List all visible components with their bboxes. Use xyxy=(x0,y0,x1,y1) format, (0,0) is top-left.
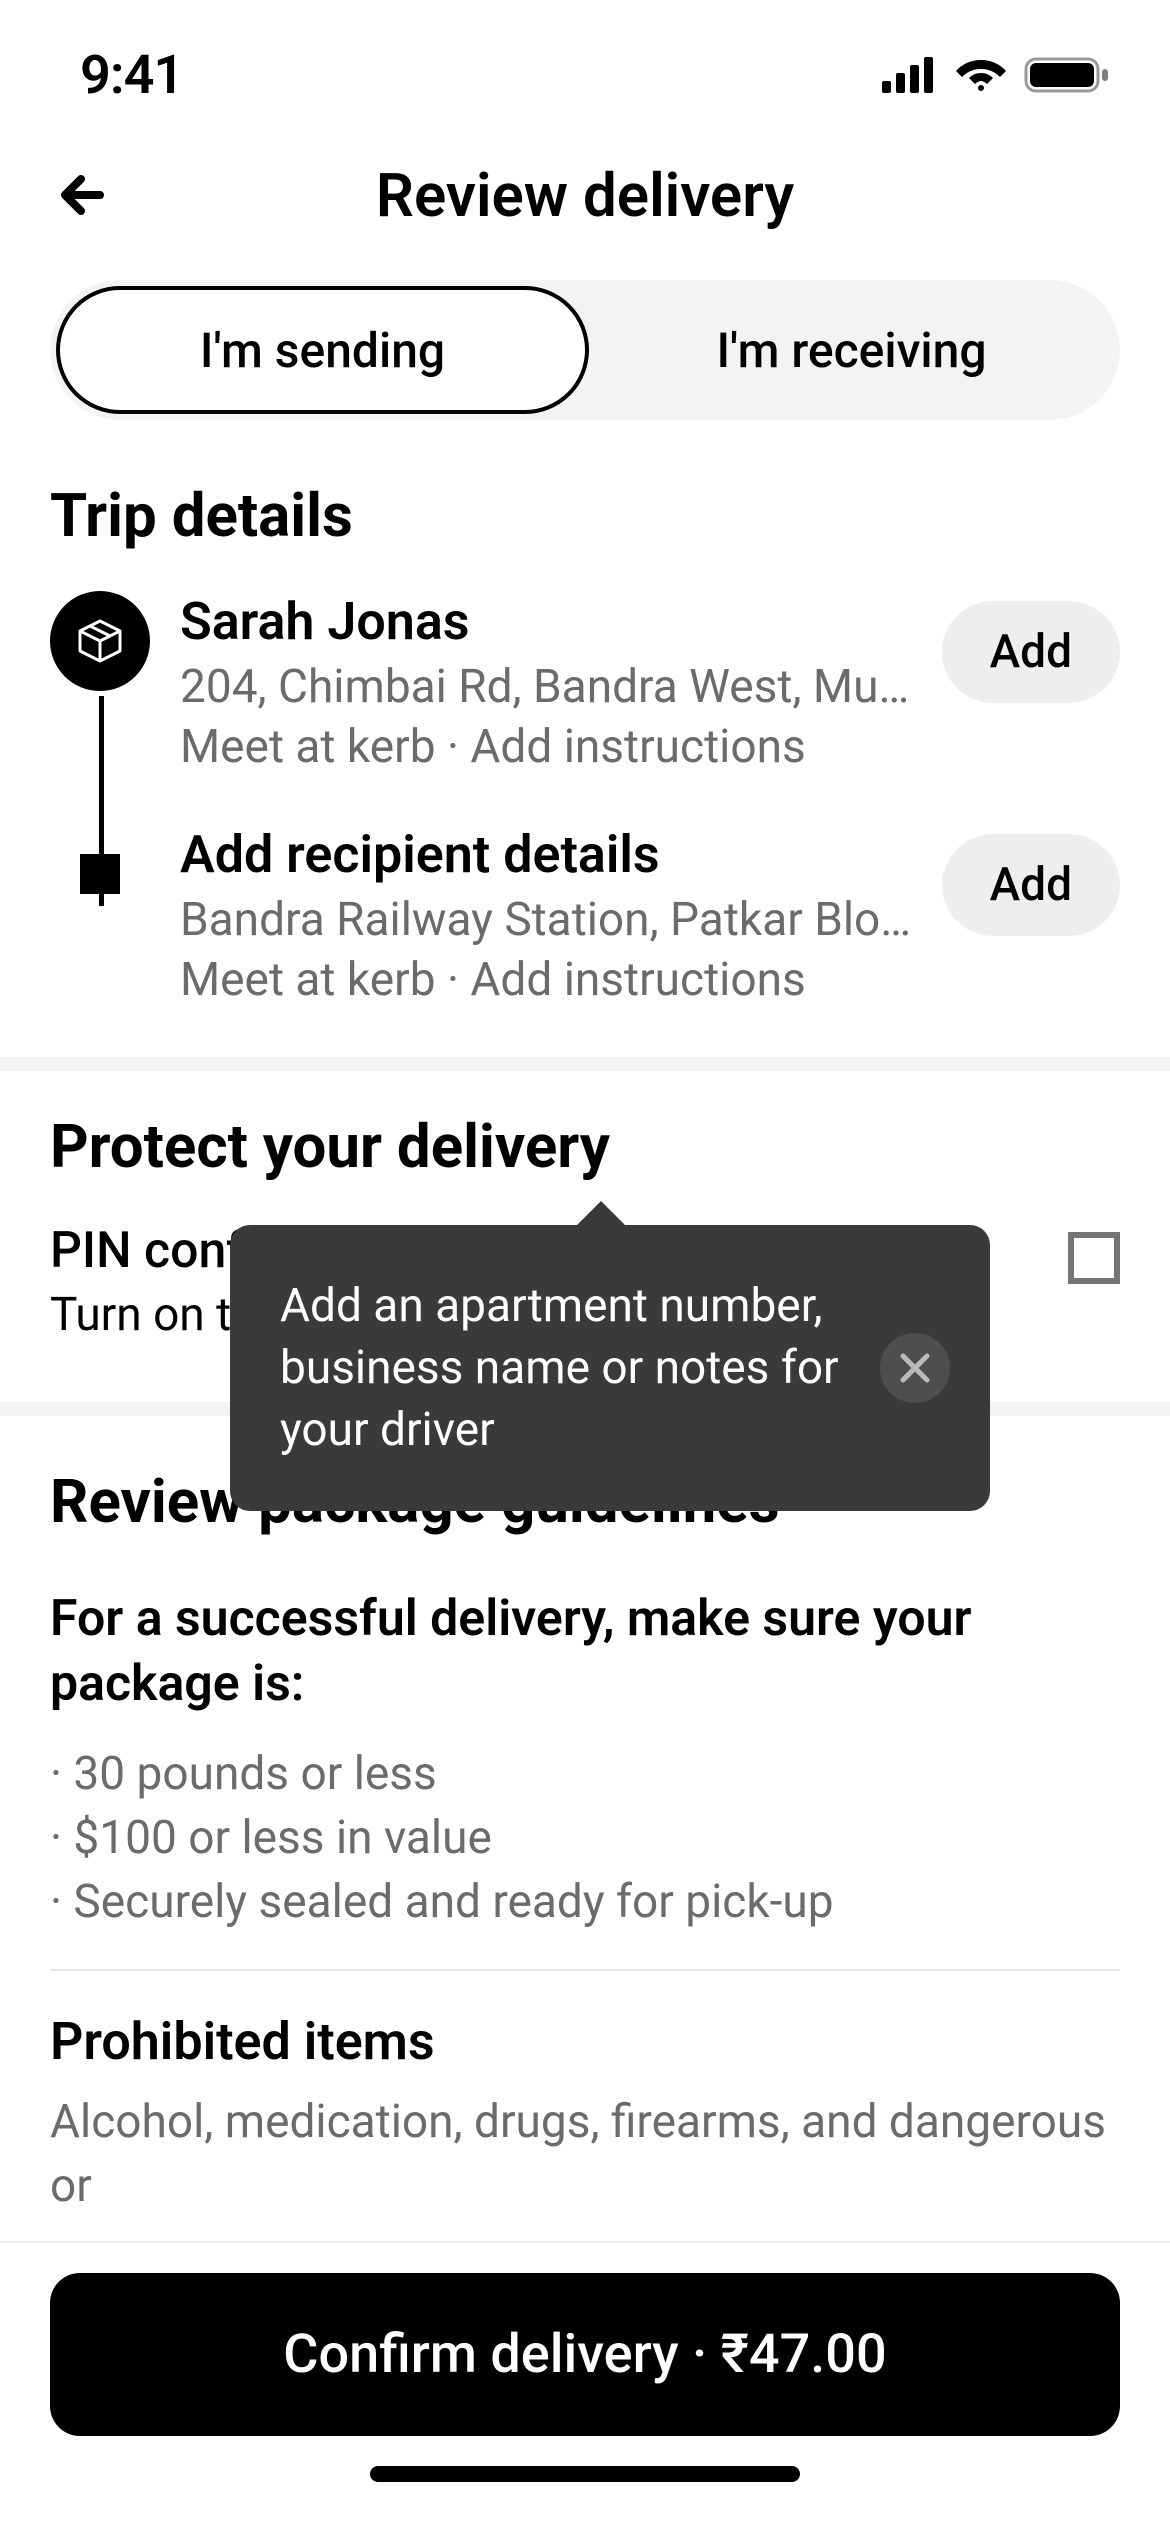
close-icon xyxy=(899,1352,931,1384)
wifi-icon xyxy=(956,57,1006,93)
origin-meta[interactable]: Meet at kerb · Add instructions xyxy=(180,720,912,774)
confirm-delivery-button[interactable]: Confirm delivery · ₹47.00 xyxy=(50,2273,1120,2436)
divider xyxy=(0,1057,1170,1071)
back-button[interactable] xyxy=(50,160,120,230)
dest-meta[interactable]: Meet at kerb · Add instructions xyxy=(180,953,912,1007)
protect-title: Protect your delivery xyxy=(50,1111,1120,1182)
home-indicator[interactable] xyxy=(370,2466,800,2482)
tooltip-close-button[interactable] xyxy=(880,1333,950,1403)
tooltip: Add an apartment number, business name o… xyxy=(230,1225,990,1511)
guideline-item: · Securely sealed and ready for pick-up xyxy=(50,1875,1120,1929)
battery-icon xyxy=(1024,55,1110,95)
trip-dest-row: Add recipient details Bandra Railway Sta… xyxy=(50,824,1120,1007)
origin-name: Sarah Jonas xyxy=(180,591,912,652)
tab-sending[interactable]: I'm sending xyxy=(56,286,589,414)
dest-name: Add recipient details xyxy=(180,824,912,885)
dest-address: Bandra Railway Station, Patkar Blo... xyxy=(180,893,912,947)
status-icons xyxy=(882,55,1110,95)
dest-add-button[interactable]: Add xyxy=(942,834,1120,936)
segmented-control: I'm sending I'm receiving xyxy=(50,280,1120,420)
arrow-left-icon xyxy=(55,165,115,225)
trip-origin-row: Sarah Jonas 204, Chimbai Rd, Bandra West… xyxy=(50,591,1120,774)
cellular-icon xyxy=(882,57,938,93)
tab-receiving[interactable]: I'm receiving xyxy=(589,286,1114,414)
origin-add-button[interactable]: Add xyxy=(942,601,1120,703)
guideline-item: · 30 pounds or less xyxy=(50,1747,1120,1801)
tooltip-text: Add an apartment number, business name o… xyxy=(280,1275,860,1461)
package-icon xyxy=(50,591,150,691)
destination-icon xyxy=(80,854,120,894)
guideline-item: · $100 or less in value xyxy=(50,1811,1120,1865)
guidelines-subtitle: For a successful delivery, make sure you… xyxy=(50,1587,1120,1717)
header: Review delivery xyxy=(0,130,1170,280)
status-bar: 9:41 xyxy=(0,0,1170,130)
prohibited-text: Alcohol, medication, drugs, firearms, an… xyxy=(50,2090,1120,2219)
trip-details-title: Trip details xyxy=(0,470,1170,591)
prohibited-title: Prohibited items xyxy=(50,2011,1120,2072)
pin-checkbox[interactable] xyxy=(1068,1232,1120,1284)
page-title: Review delivery xyxy=(376,160,794,231)
origin-address: 204, Chimbai Rd, Bandra West, Mu... xyxy=(180,660,912,714)
status-time: 9:41 xyxy=(80,44,183,107)
bottom-bar: Confirm delivery · ₹47.00 xyxy=(0,2241,1170,2532)
divider xyxy=(50,1969,1120,1971)
